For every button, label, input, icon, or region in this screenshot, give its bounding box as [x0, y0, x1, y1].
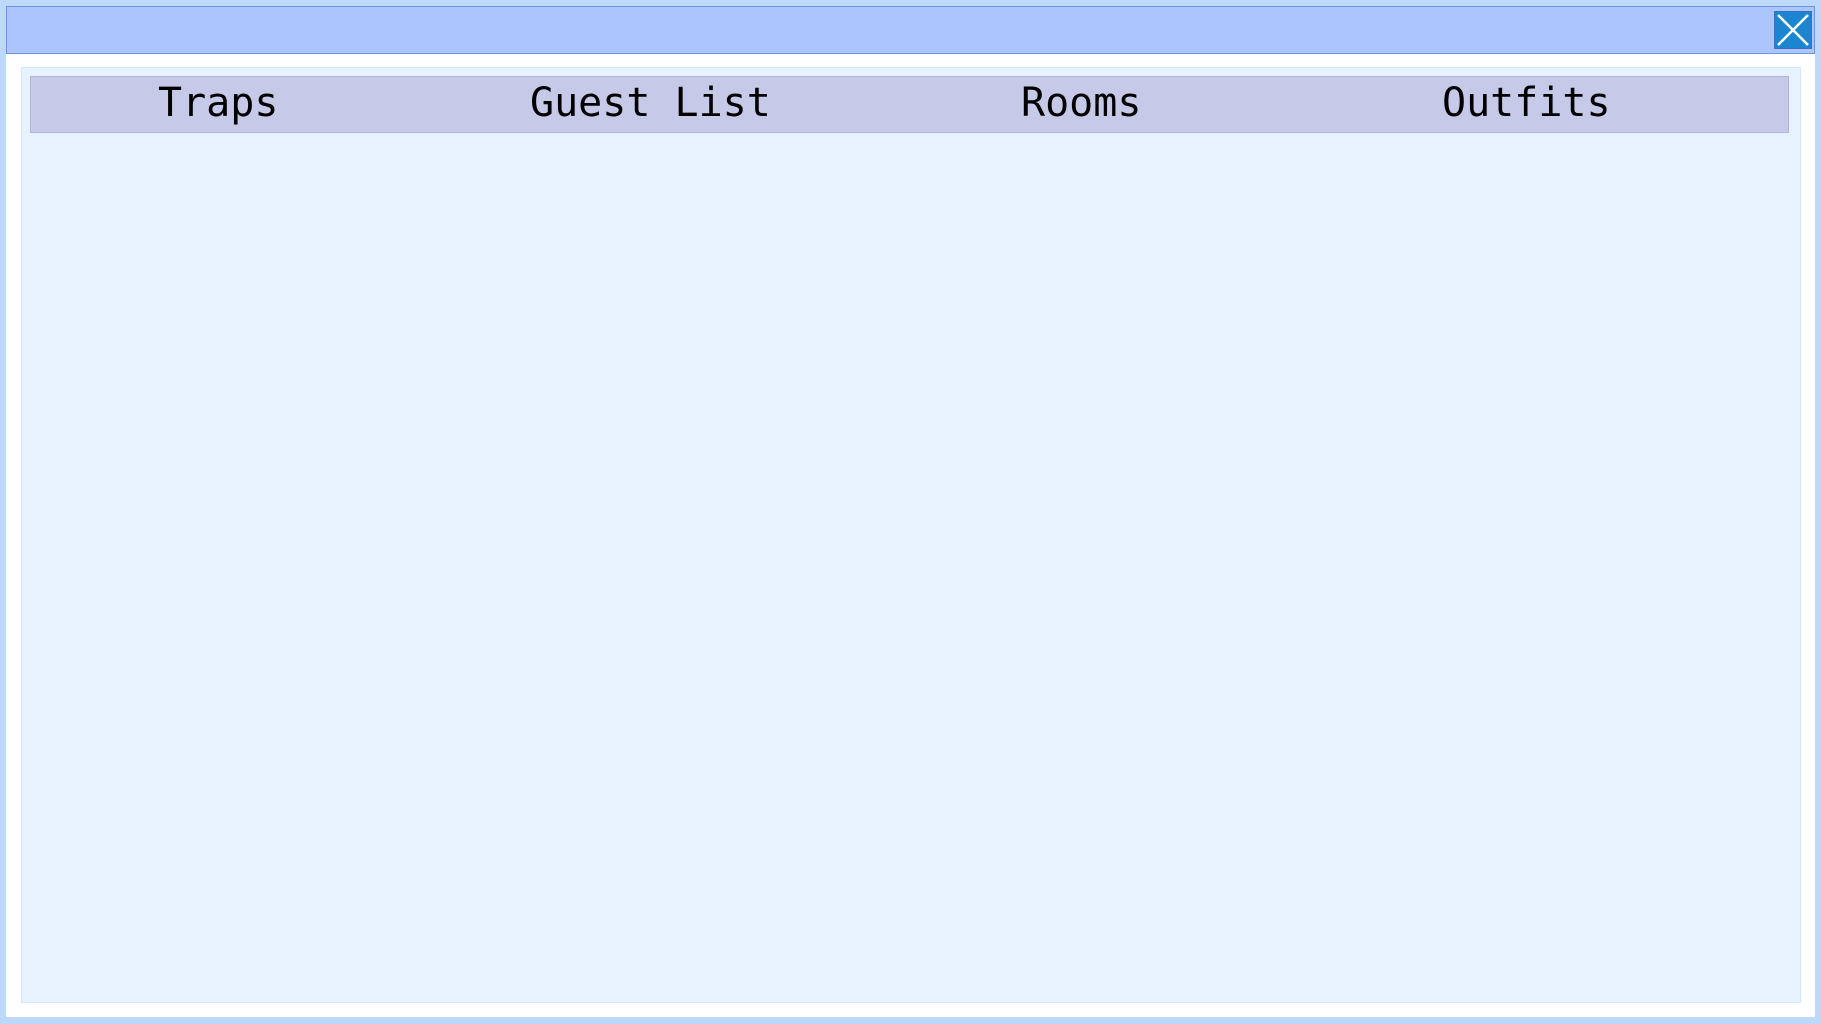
- tab-guest-list[interactable]: Guest List: [530, 77, 771, 132]
- title-bar[interactable]: [6, 6, 1815, 54]
- content-panel: Traps Guest List Rooms Outfits: [21, 67, 1801, 1003]
- close-icon: [1777, 14, 1809, 46]
- tab-bar: Traps Guest List Rooms Outfits: [30, 76, 1789, 133]
- tab-rooms[interactable]: Rooms: [1021, 77, 1141, 132]
- close-button[interactable]: [1774, 11, 1812, 49]
- window: Traps Guest List Rooms Outfits: [6, 6, 1815, 1017]
- tab-outfits[interactable]: Outfits: [1442, 77, 1611, 132]
- tab-traps[interactable]: Traps: [158, 77, 278, 132]
